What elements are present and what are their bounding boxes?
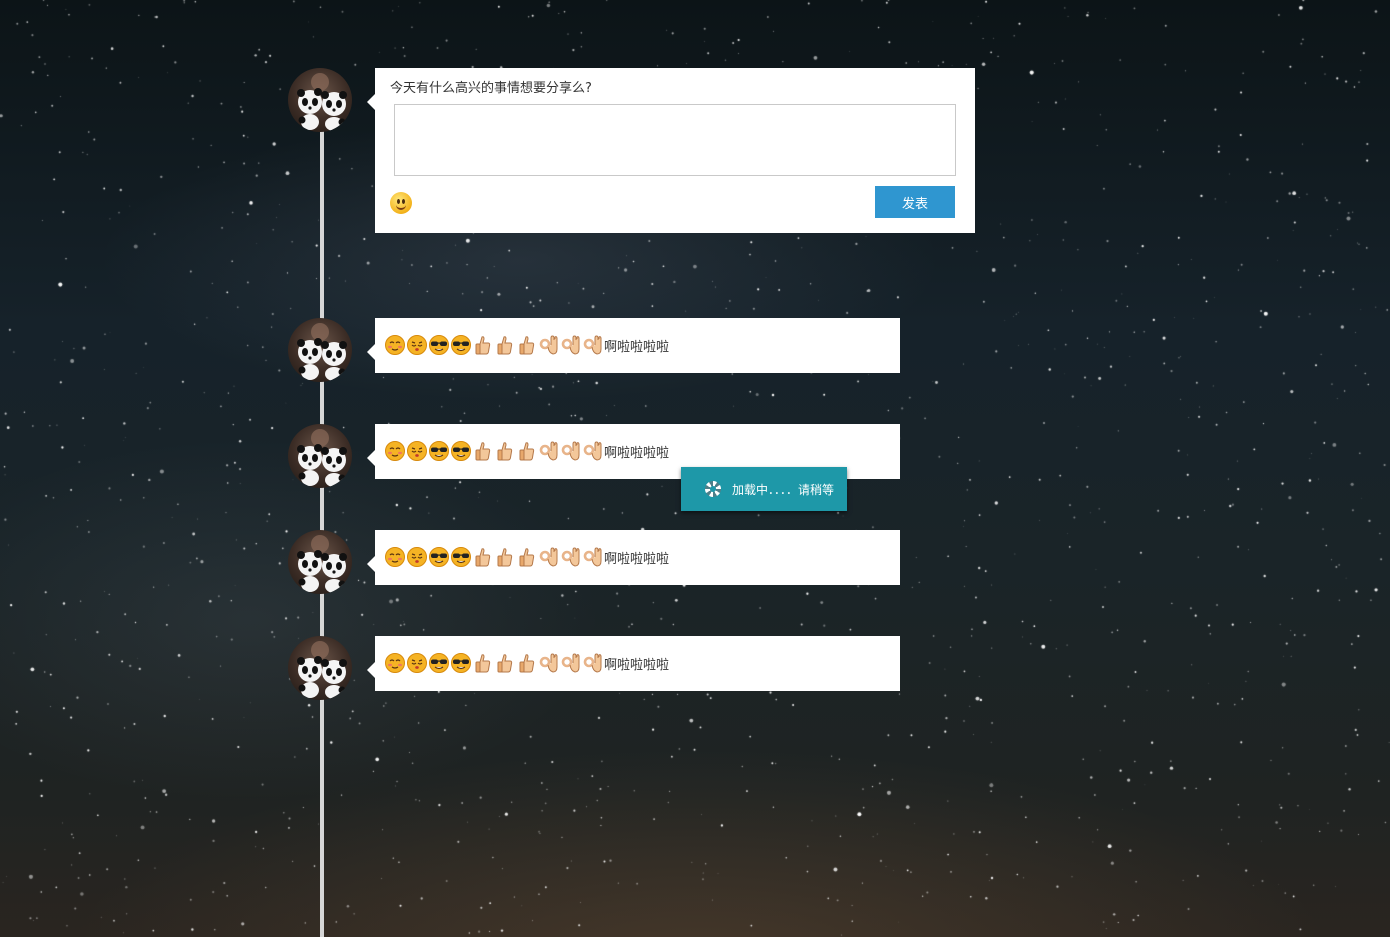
emoji-list	[384, 652, 604, 674]
ok-hand-emoji-icon	[582, 546, 604, 568]
blush-emoji-icon	[384, 652, 406, 674]
avatar	[288, 424, 352, 488]
ok-hand-emoji-icon	[582, 440, 604, 462]
ok-hand-emoji-icon	[582, 652, 604, 674]
avatar	[288, 530, 352, 594]
composer-input[interactable]	[394, 104, 956, 176]
thumbs-up-emoji-icon	[472, 546, 494, 568]
post-text: 啊啦啦啦啦	[604, 551, 670, 567]
post-text: 啊啦啦啦啦	[604, 657, 670, 673]
thumbs-up-emoji-icon	[494, 652, 516, 674]
post-card: 啊啦啦啦啦	[367, 318, 900, 373]
sunglasses-emoji-icon	[450, 652, 472, 674]
post-text: 啊啦啦啦啦	[604, 445, 670, 461]
avatar	[288, 68, 352, 132]
smiley-face-icon[interactable]	[390, 192, 412, 214]
sunglasses-emoji-icon	[428, 546, 450, 568]
loading-toast: 加载中．．．．请稍等	[681, 467, 847, 511]
post-content: 啊啦啦啦啦	[384, 546, 669, 568]
post-content: 啊啦啦啦啦	[384, 440, 669, 462]
publish-button[interactable]: 发表	[875, 186, 955, 218]
ok-hand-emoji-icon	[538, 652, 560, 674]
thumbs-up-emoji-icon	[516, 440, 538, 462]
post-text: 啊啦啦啦啦	[604, 339, 670, 355]
post-content: 啊啦啦啦啦	[384, 652, 669, 674]
blush-emoji-icon	[384, 334, 406, 356]
post-content: 啊啦啦啦啦	[384, 334, 669, 356]
post-card: 啊啦啦啦啦	[367, 530, 900, 585]
composer-card: 今天有什么高兴的事情想要分享么? 发表	[367, 68, 975, 233]
kiss-emoji-icon	[406, 652, 428, 674]
ok-hand-emoji-icon	[560, 440, 582, 462]
thumbs-up-emoji-icon	[472, 334, 494, 356]
thumbs-up-emoji-icon	[494, 440, 516, 462]
ok-hand-emoji-icon	[538, 546, 560, 568]
ok-hand-emoji-icon	[538, 334, 560, 356]
thumbs-up-emoji-icon	[472, 652, 494, 674]
thumbs-up-emoji-icon	[516, 546, 538, 568]
emoji-list	[384, 334, 604, 356]
thumbs-up-emoji-icon	[494, 334, 516, 356]
spinner-icon	[705, 481, 721, 497]
composer-prompt: 今天有什么高兴的事情想要分享么?	[390, 81, 592, 96]
ok-hand-emoji-icon	[582, 334, 604, 356]
blush-emoji-icon	[384, 440, 406, 462]
sunglasses-emoji-icon	[428, 334, 450, 356]
kiss-emoji-icon	[406, 546, 428, 568]
sunglasses-emoji-icon	[450, 334, 472, 356]
ok-hand-emoji-icon	[560, 652, 582, 674]
loading-text: 加载中．．．．请稍等	[732, 482, 835, 497]
post-card: 啊啦啦啦啦	[367, 636, 900, 691]
emoji-list	[384, 440, 604, 462]
thumbs-up-emoji-icon	[516, 652, 538, 674]
thumbs-up-emoji-icon	[516, 334, 538, 356]
ok-hand-emoji-icon	[560, 334, 582, 356]
avatar	[288, 318, 352, 382]
thumbs-up-emoji-icon	[494, 546, 516, 568]
avatar	[288, 636, 352, 700]
kiss-emoji-icon	[406, 334, 428, 356]
thumbs-up-emoji-icon	[472, 440, 494, 462]
sunglasses-emoji-icon	[450, 546, 472, 568]
sunglasses-emoji-icon	[428, 652, 450, 674]
ok-hand-emoji-icon	[560, 546, 582, 568]
sunglasses-emoji-icon	[428, 440, 450, 462]
sunglasses-emoji-icon	[450, 440, 472, 462]
kiss-emoji-icon	[406, 440, 428, 462]
ok-hand-emoji-icon	[538, 440, 560, 462]
blush-emoji-icon	[384, 546, 406, 568]
emoji-list	[384, 546, 604, 568]
